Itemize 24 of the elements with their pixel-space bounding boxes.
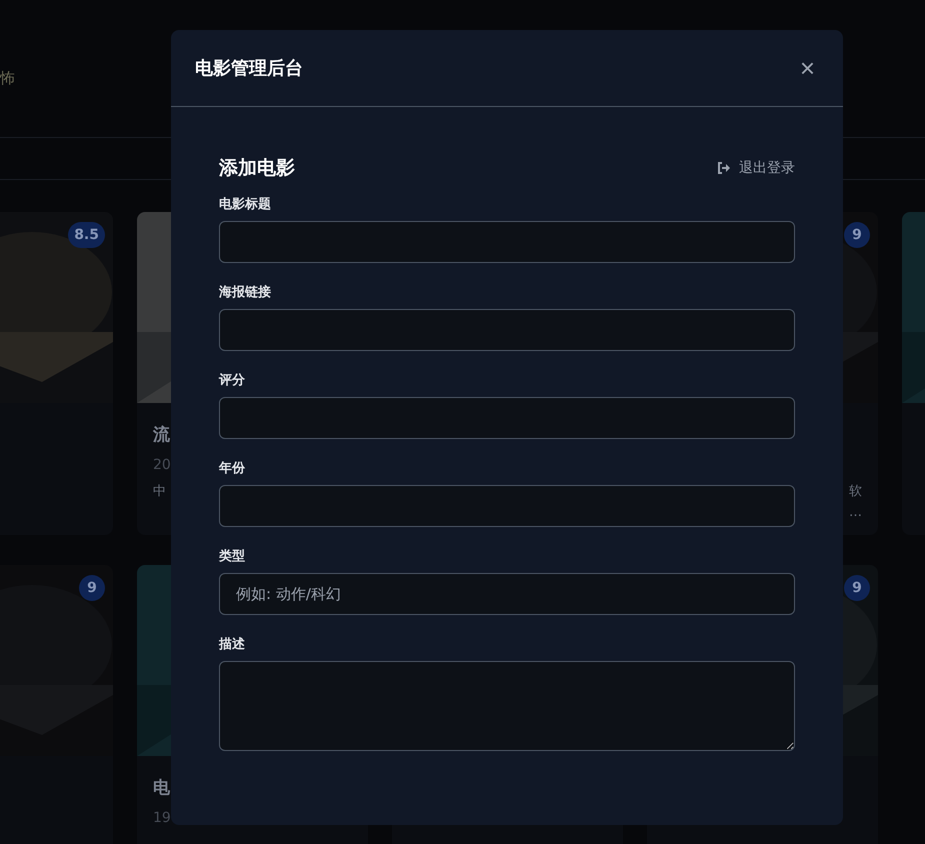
logout-button[interactable]: 退出登录 xyxy=(717,159,795,177)
field-label: 年份 xyxy=(219,460,245,477)
input-field[interactable] xyxy=(219,485,795,527)
field-label: 类型 xyxy=(219,548,245,565)
movie-year: 19 xyxy=(153,809,171,828)
input-field[interactable]: 例如: 动作/科幻 xyxy=(219,573,795,615)
field-label: 评分 xyxy=(219,372,245,389)
input-field[interactable] xyxy=(219,221,795,263)
movie-title: 电 xyxy=(153,777,170,800)
input-field[interactable] xyxy=(219,309,795,351)
movie-year: 20 xyxy=(153,456,171,475)
input-field[interactable] xyxy=(219,397,795,439)
movie-description: 软 xyxy=(849,483,862,501)
close-button[interactable]: × xyxy=(796,55,819,81)
movie-description: … xyxy=(849,504,862,522)
modal-title: 电影管理后台 xyxy=(195,57,303,80)
field-label: 电影标题 xyxy=(219,196,271,213)
movie-title: 流 xyxy=(153,424,170,447)
movie-description: 中 xyxy=(153,483,166,501)
field-label: 海报链接 xyxy=(219,284,271,301)
description-field[interactable] xyxy=(219,661,795,751)
field-label: 描述 xyxy=(219,636,245,653)
logout-icon xyxy=(717,162,731,174)
form-heading: 添加电影 xyxy=(219,156,295,181)
